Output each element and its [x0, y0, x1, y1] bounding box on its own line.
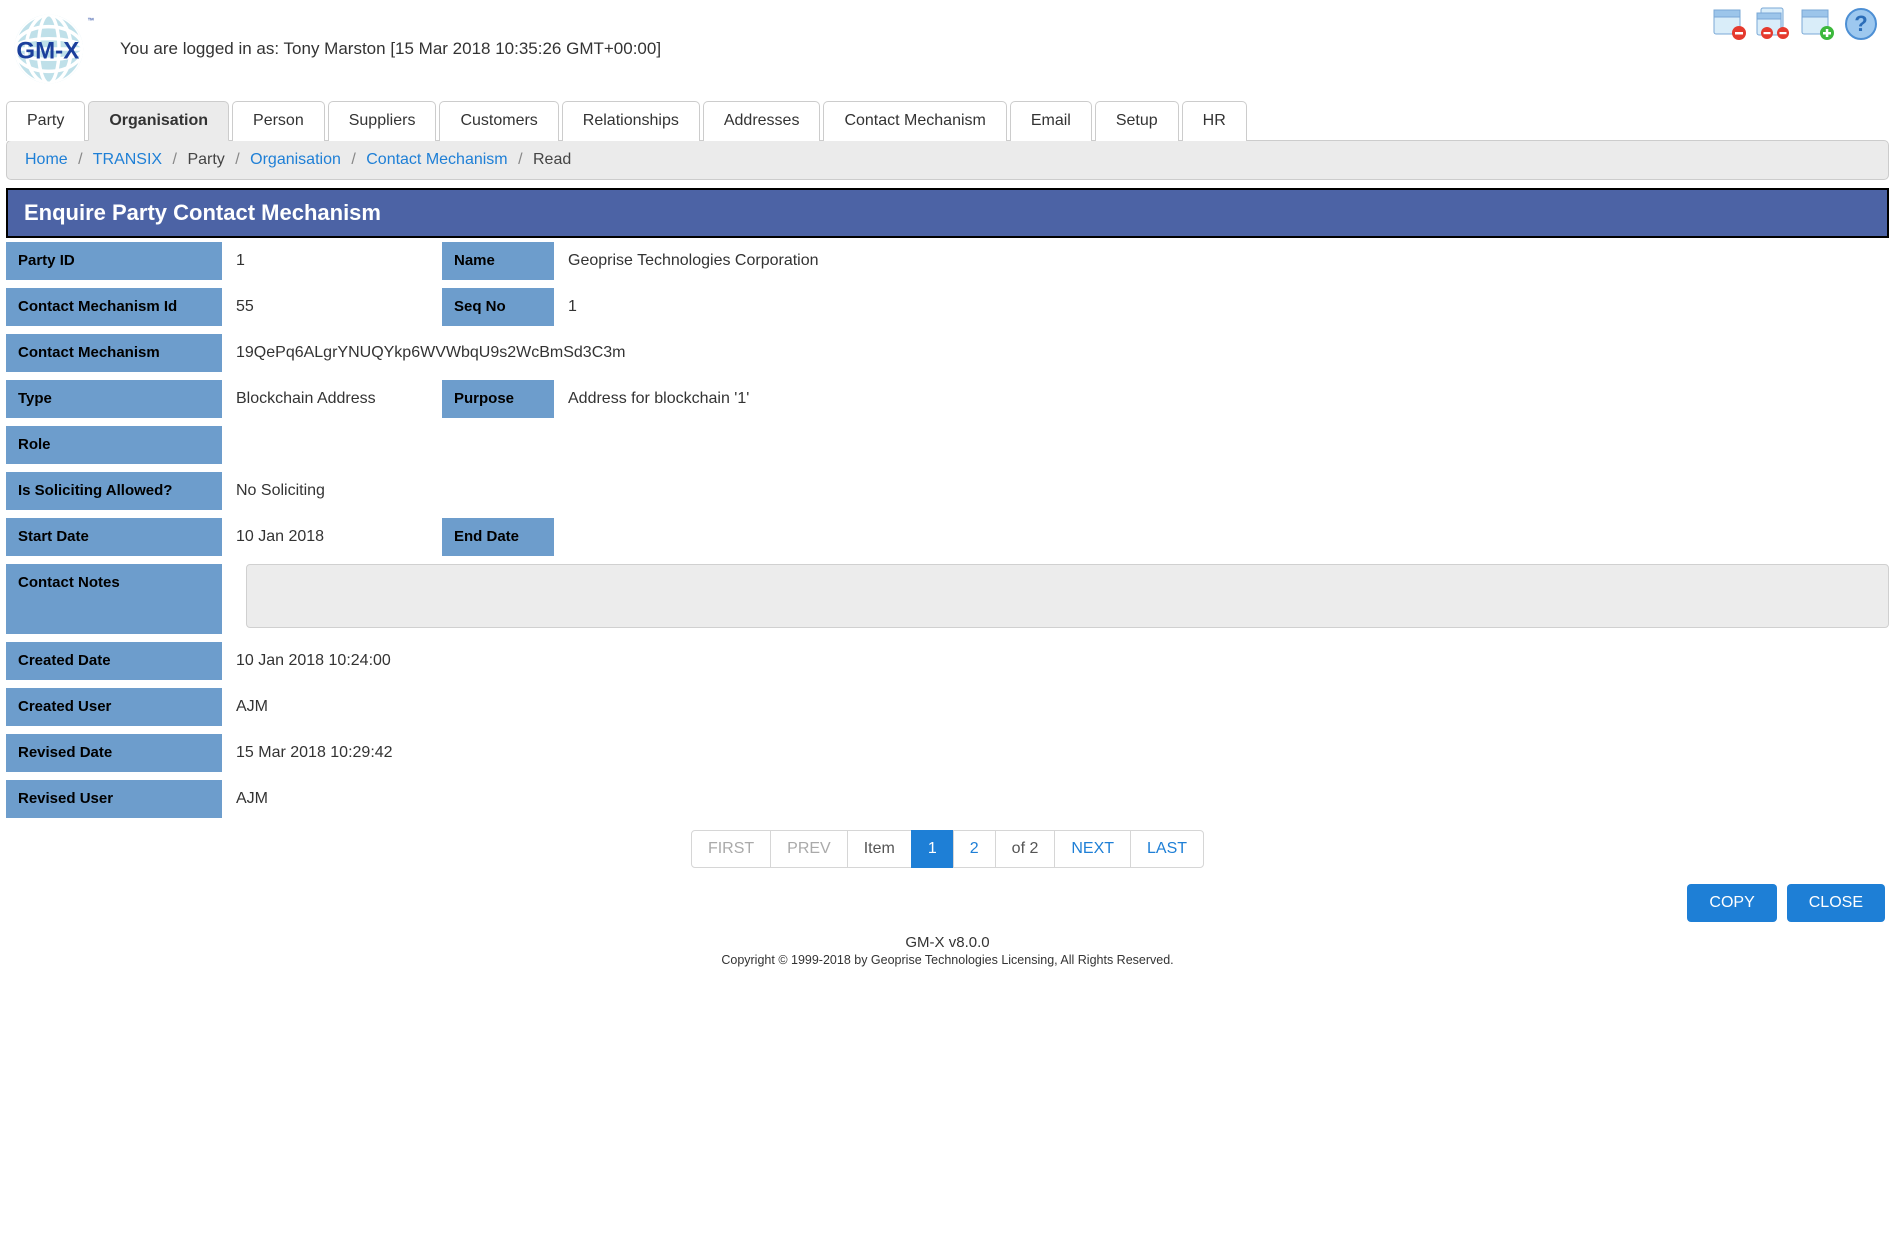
bc-organisation[interactable]: Organisation	[250, 151, 341, 168]
pg-page-2[interactable]: 2	[953, 830, 996, 868]
svg-text:?: ?	[1854, 11, 1867, 36]
pagination: FIRST PREV Item 1 2 of 2 NEXT LAST	[0, 830, 1895, 868]
tab-person[interactable]: Person	[232, 101, 325, 141]
value-name: Geoprise Technologies Corporation	[554, 242, 1889, 280]
label-notes: Contact Notes	[6, 564, 222, 634]
value-notes	[246, 564, 1889, 628]
form: Party ID 1 Name Geoprise Technologies Co…	[6, 242, 1889, 818]
label-end-date: End Date	[442, 518, 554, 556]
label-revised-date: Revised Date	[6, 734, 222, 772]
value-type: Blockchain Address	[222, 380, 442, 418]
pages-remove-icon[interactable]	[1755, 6, 1791, 42]
bc-read: Read	[533, 151, 571, 168]
help-icon[interactable]: ?	[1843, 6, 1879, 42]
footer: GM-X v8.0.0 Copyright © 1999-2018 by Geo…	[0, 928, 1895, 971]
pg-page-1[interactable]: 1	[911, 830, 954, 868]
value-purpose: Address for blockchain '1'	[554, 380, 1889, 418]
label-name: Name	[442, 242, 554, 280]
value-soliciting: No Soliciting	[222, 472, 1889, 510]
action-bar: COPY CLOSE	[0, 878, 1895, 928]
tab-customers[interactable]: Customers	[439, 101, 558, 141]
tab-hr[interactable]: HR	[1182, 101, 1247, 141]
tab-setup[interactable]: Setup	[1095, 101, 1179, 141]
value-revised-date: 15 Mar 2018 10:29:42	[222, 734, 1889, 772]
pg-first[interactable]: FIRST	[691, 830, 771, 868]
page-title: Enquire Party Contact Mechanism	[6, 188, 1889, 238]
bc-transix[interactable]: TRANSIX	[93, 151, 162, 168]
value-created-date: 10 Jan 2018 10:24:00	[222, 642, 1889, 680]
pg-prev[interactable]: PREV	[770, 830, 848, 868]
footer-version: GM-X v8.0.0	[0, 934, 1895, 951]
label-created-date: Created Date	[6, 642, 222, 680]
value-cm-id: 55	[222, 288, 442, 326]
bc-contact-mechanism[interactable]: Contact Mechanism	[366, 151, 507, 168]
tab-relationships[interactable]: Relationships	[562, 101, 700, 141]
label-type: Type	[6, 380, 222, 418]
tab-organisation[interactable]: Organisation	[88, 101, 229, 141]
header: GM-X ™ You are logged in as: Tony Marsto…	[0, 0, 1895, 100]
value-party-id: 1	[222, 242, 442, 280]
logo-text: GM-X	[16, 37, 79, 64]
label-purpose: Purpose	[442, 380, 554, 418]
tab-suppliers[interactable]: Suppliers	[328, 101, 437, 141]
pg-last[interactable]: LAST	[1130, 830, 1204, 868]
bc-home[interactable]: Home	[25, 151, 68, 168]
page-add-icon[interactable]	[1799, 6, 1835, 42]
tab-party[interactable]: Party	[6, 101, 85, 141]
login-info: You are logged in as: Tony Marston [15 M…	[120, 39, 661, 59]
logo[interactable]: GM-X ™	[10, 10, 96, 88]
page-remove-icon[interactable]	[1711, 6, 1747, 42]
footer-copyright: Copyright © 1999-2018 by Geoprise Techno…	[0, 953, 1895, 967]
tab-bar: Party Organisation Person Suppliers Cust…	[6, 100, 1889, 140]
tab-addresses[interactable]: Addresses	[703, 101, 821, 141]
value-seq-no: 1	[554, 288, 1889, 326]
breadcrumb: Home / TRANSIX / Party / Organisation / …	[6, 140, 1889, 180]
value-end-date	[554, 518, 1889, 556]
value-created-user: AJM	[222, 688, 1889, 726]
label-soliciting: Is Soliciting Allowed?	[6, 472, 222, 510]
value-cm: 19QePq6ALgrYNUQYkp6WVWbqU9s2WcBmSd3C3m	[222, 334, 1889, 372]
label-role: Role	[6, 426, 222, 464]
label-cm-id: Contact Mechanism Id	[6, 288, 222, 326]
copy-button[interactable]: COPY	[1687, 884, 1776, 922]
label-party-id: Party ID	[6, 242, 222, 280]
tab-contact-mechanism[interactable]: Contact Mechanism	[823, 101, 1006, 141]
label-cm: Contact Mechanism	[6, 334, 222, 372]
label-revised-user: Revised User	[6, 780, 222, 818]
tab-email[interactable]: Email	[1010, 101, 1092, 141]
logo-tm: ™	[87, 17, 94, 24]
value-revised-user: AJM	[222, 780, 1889, 818]
value-role	[222, 426, 1889, 464]
pg-next[interactable]: NEXT	[1054, 830, 1131, 868]
pg-of: of 2	[995, 830, 1056, 868]
close-button[interactable]: CLOSE	[1787, 884, 1885, 922]
label-start-date: Start Date	[6, 518, 222, 556]
header-icons: ?	[1711, 6, 1879, 42]
pg-item-label: Item	[847, 830, 912, 868]
bc-party: Party	[187, 151, 224, 168]
label-created-user: Created User	[6, 688, 222, 726]
label-seq-no: Seq No	[442, 288, 554, 326]
value-start-date: 10 Jan 2018	[222, 518, 442, 556]
